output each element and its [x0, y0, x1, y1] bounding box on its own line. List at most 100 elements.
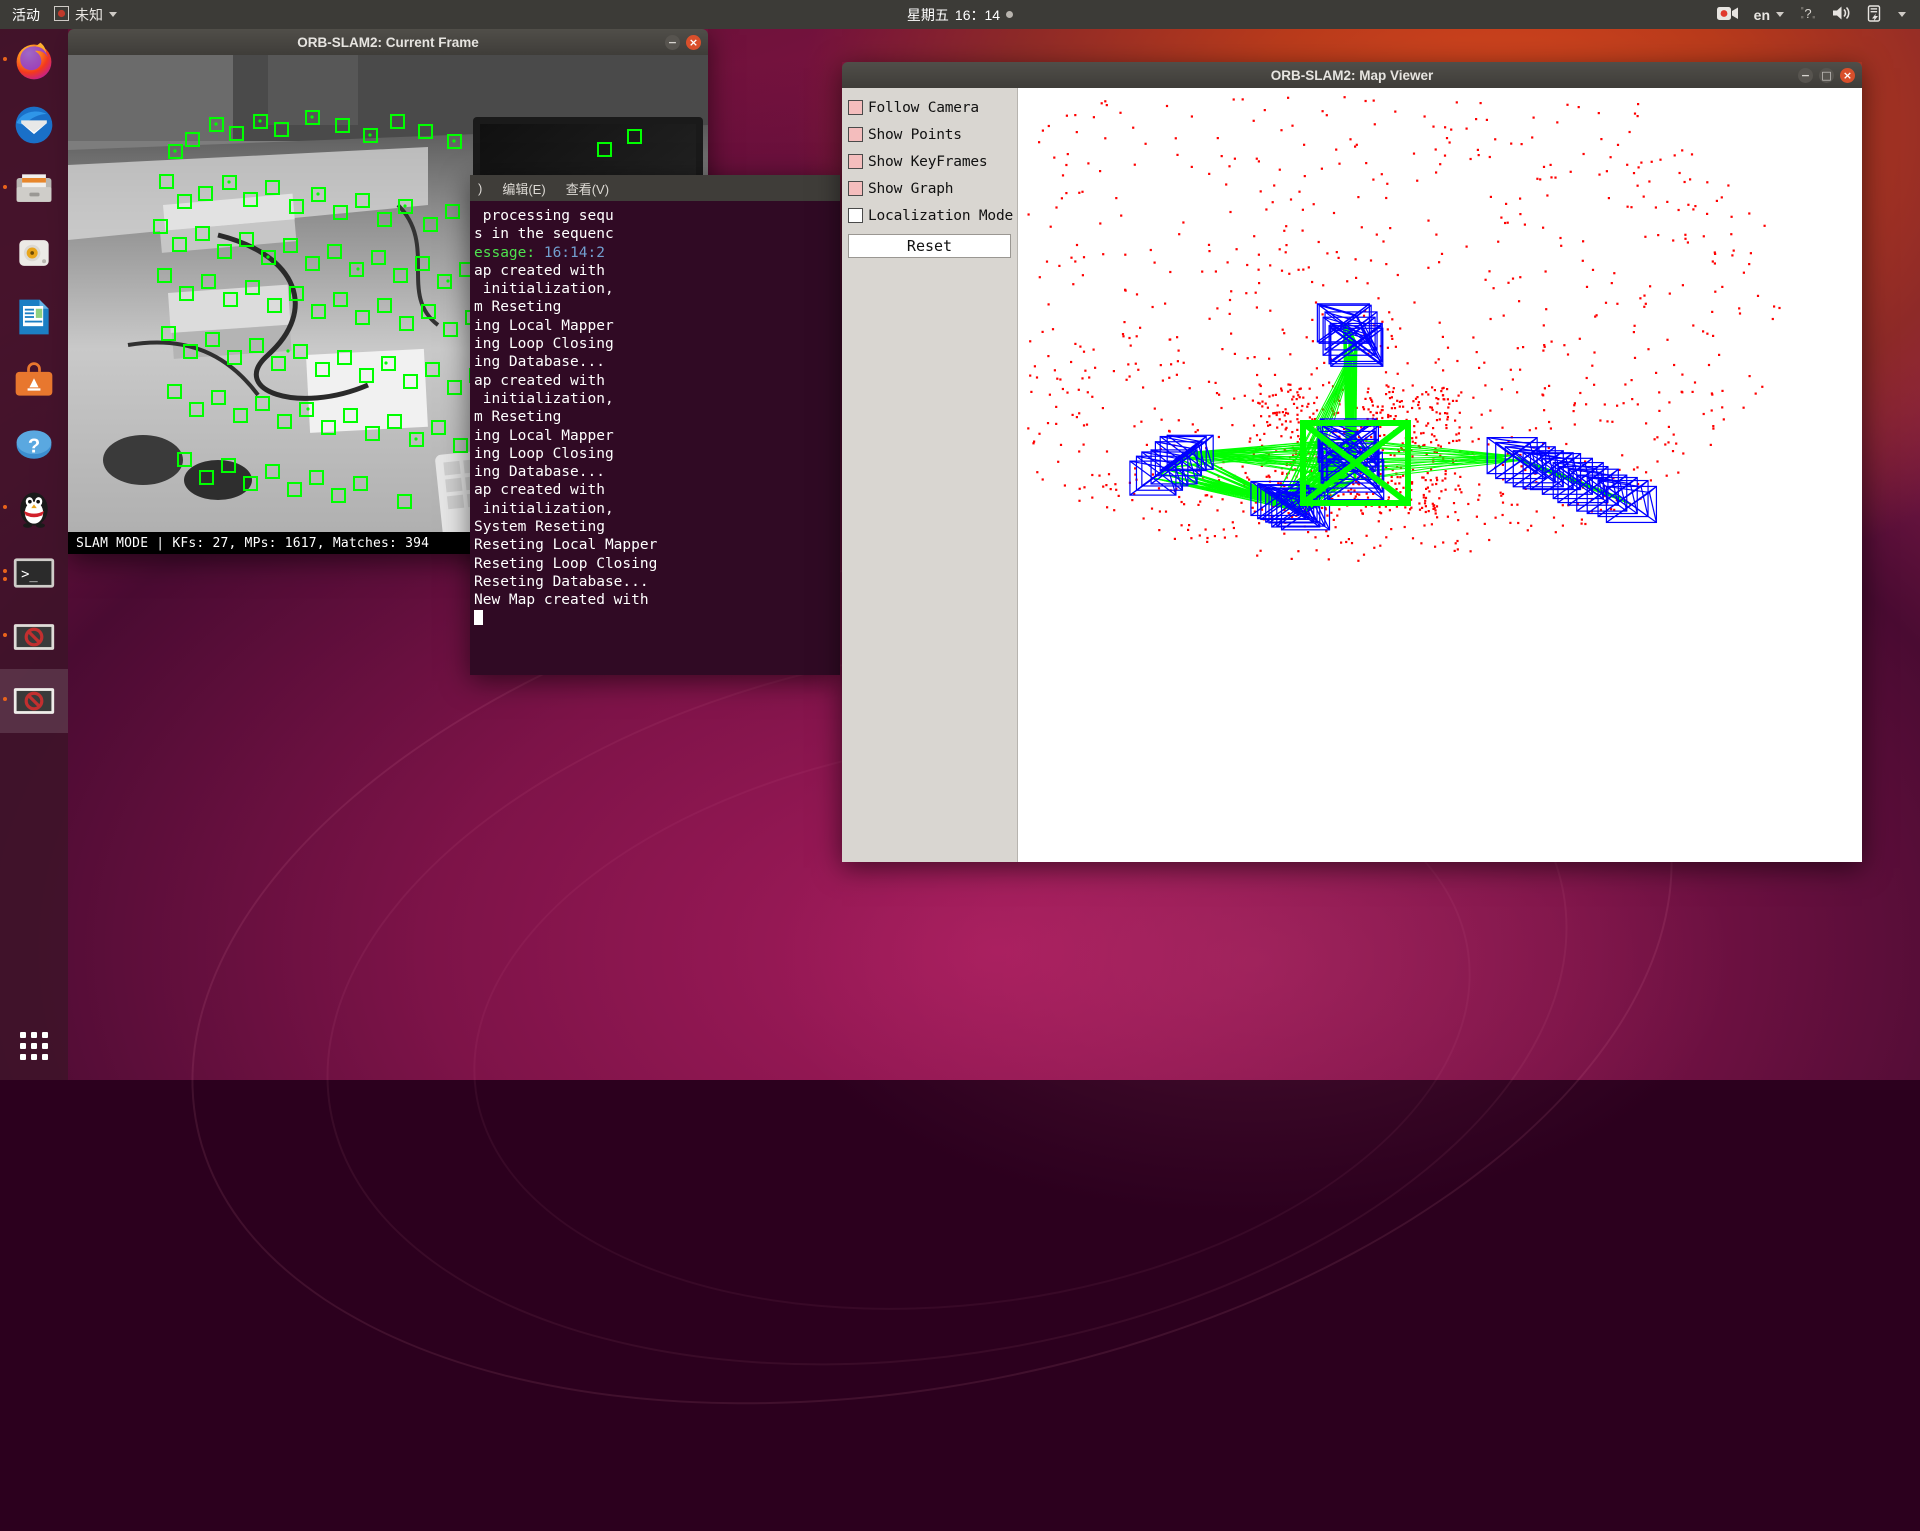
terminal-line: processing sequ	[474, 207, 840, 225]
terminal-cursor	[474, 610, 840, 628]
chevron-down-icon	[109, 12, 117, 17]
help-icon: ?	[12, 423, 56, 467]
close-button[interactable]: ×	[686, 35, 701, 50]
map-viewer-body: Follow Camera Show Points Show KeyFrames…	[842, 88, 1862, 862]
dock-item-thunderbird[interactable]	[0, 93, 68, 157]
svg-text:>_: >_	[21, 567, 38, 583]
dock-item-firefox[interactable]	[0, 29, 68, 93]
map-viewer-titlebar[interactable]: ORB-SLAM2: Map Viewer − □ ×	[842, 62, 1862, 88]
checkbox-box[interactable]	[848, 100, 863, 115]
help-icon[interactable]: ?	[1800, 5, 1816, 24]
view-menu[interactable]: 查看(V)	[566, 179, 609, 198]
file-menu[interactable]: )	[478, 181, 482, 196]
terminal-line: m Reseting	[474, 408, 840, 426]
terminal-line: ing Loop Closing	[474, 445, 840, 463]
screen-recording-icon[interactable]	[1717, 6, 1738, 24]
terminal-window[interactable]: ) 编辑(E) 查看(V) processing sequs in the se…	[470, 175, 840, 675]
svg-text:?: ?	[28, 435, 40, 457]
terminal-line: Reseting Database...	[474, 573, 840, 591]
terminal-line: Reseting Loop Closing	[474, 555, 840, 573]
checkbox-show-graph[interactable]: Show Graph	[848, 175, 1017, 202]
dock-item-files[interactable]	[0, 157, 68, 221]
reset-button[interactable]: Reset	[848, 234, 1011, 258]
dock-item-orb-slam-frame-window[interactable]	[0, 605, 68, 669]
close-button[interactable]: ×	[1840, 68, 1855, 83]
dock-item-ubuntu-software[interactable]	[0, 349, 68, 413]
rhythmbox-icon	[12, 231, 56, 275]
clock-button[interactable]: 星期五 16：14	[907, 5, 1013, 25]
checkbox-box[interactable]	[848, 181, 863, 196]
map-viewport[interactable]	[1018, 88, 1862, 862]
minimize-button[interactable]: −	[665, 35, 680, 50]
app-menu-button[interactable]: 未知	[54, 5, 117, 25]
terminal-line: ing Loop Closing	[474, 335, 840, 353]
libreoffice-writer-icon	[12, 295, 56, 339]
window-controls: − ×	[665, 29, 701, 55]
running-indicator	[3, 569, 7, 573]
dock-item-terminal[interactable]: >_	[0, 541, 68, 605]
maximize-button[interactable]: □	[1819, 68, 1834, 83]
dock-item-rhythmbox[interactable]	[0, 221, 68, 285]
terminal-line: ap created with	[474, 372, 840, 390]
checkbox-follow-camera[interactable]: Follow Camera	[848, 94, 1017, 121]
qq-penguin-icon	[12, 487, 56, 531]
dock-item-libreoffice-writer[interactable]	[0, 285, 68, 349]
checkbox-box[interactable]	[848, 127, 863, 142]
checkbox-box[interactable]	[848, 154, 863, 169]
checkbox-localization-mode[interactable]: Localization Mode	[848, 202, 1017, 229]
running-indicator	[3, 697, 7, 701]
checkbox-box[interactable]	[848, 208, 863, 223]
terminal-line: m Reseting	[474, 298, 840, 316]
terminal-output[interactable]: processing sequs in the sequencessage: 1…	[470, 201, 840, 675]
terminal-line: ing Database...	[474, 353, 840, 371]
chevron-down-icon	[1776, 12, 1784, 17]
system-menu-caret-icon[interactable]	[1898, 12, 1906, 17]
activities-button[interactable]: 活动	[12, 5, 40, 25]
volume-icon[interactable]	[1832, 5, 1851, 24]
dock-item-qq[interactable]	[0, 477, 68, 541]
map-viewer-window[interactable]: ORB-SLAM2: Map Viewer − □ × Follow Camer…	[842, 62, 1862, 862]
no-entry-window-icon	[12, 615, 56, 659]
running-indicator	[3, 577, 7, 581]
battery-icon[interactable]	[1867, 5, 1882, 25]
terminal-line: initialization,	[474, 280, 840, 298]
map-point-cloud	[1018, 88, 1862, 862]
checkbox-label: Show Graph	[868, 181, 953, 197]
launcher-dock: ? >_	[0, 29, 68, 1080]
edit-menu[interactable]: 编辑(E)	[502, 179, 545, 198]
keyboard-layout-label: en	[1754, 7, 1770, 23]
terminal-line: System Reseting	[474, 518, 840, 536]
terminal-line: ap created with	[474, 481, 840, 499]
no-entry-window-icon	[12, 679, 56, 723]
unknown-app-icon	[54, 6, 69, 24]
minimize-button[interactable]: −	[1798, 68, 1813, 83]
app-menu-label: 未知	[75, 5, 103, 25]
terminal-line: ing Database...	[474, 463, 840, 481]
show-applications-button[interactable]	[0, 1018, 68, 1074]
terminal-line: s in the sequenc	[474, 225, 840, 243]
running-indicator	[3, 505, 7, 509]
checkbox-label: Localization Mode	[868, 208, 1013, 224]
terminal-line: essage: 16:14:2	[474, 244, 840, 262]
checkbox-show-points[interactable]: Show Points	[848, 121, 1017, 148]
running-indicator	[3, 57, 7, 61]
map-viewer-title: ORB-SLAM2: Map Viewer	[1271, 68, 1434, 83]
dock-item-orb-slam-map-window[interactable]	[0, 669, 68, 733]
map-viewer-control-panel: Follow Camera Show Points Show KeyFrames…	[842, 88, 1018, 862]
files-icon	[12, 167, 56, 211]
activities-label: 活动	[12, 5, 40, 25]
terminal-line: Reseting Local Mapper	[474, 536, 840, 554]
current-frame-titlebar[interactable]: ORB-SLAM2: Current Frame − ×	[68, 29, 708, 55]
recording-dot-icon	[1006, 11, 1013, 18]
current-frame-title: ORB-SLAM2: Current Frame	[297, 35, 479, 50]
dock-item-help[interactable]: ?	[0, 413, 68, 477]
terminal-line: ing Local Mapper	[474, 427, 840, 445]
svg-text:?: ?	[1804, 6, 1811, 21]
keyboard-layout-indicator[interactable]: en	[1754, 7, 1784, 23]
thunderbird-icon	[12, 103, 56, 147]
terminal-menubar[interactable]: ) 编辑(E) 查看(V)	[470, 175, 840, 201]
window-controls: − □ ×	[1798, 62, 1855, 88]
firefox-icon	[12, 39, 56, 83]
terminal-line: initialization,	[474, 500, 840, 518]
checkbox-show-keyframes[interactable]: Show KeyFrames	[848, 148, 1017, 175]
